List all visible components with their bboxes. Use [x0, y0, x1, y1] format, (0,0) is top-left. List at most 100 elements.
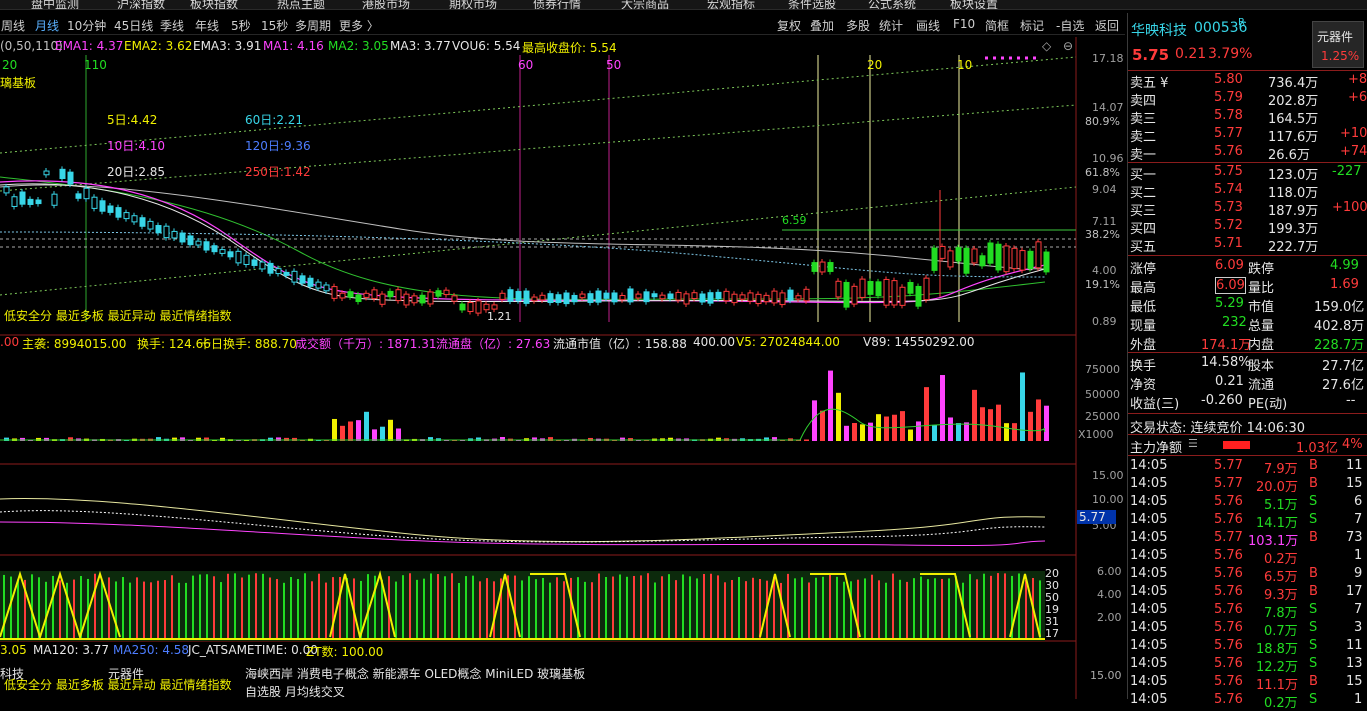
candle-body-17 [139, 217, 146, 227]
period-tab-4[interactable]: 季线 [160, 17, 184, 34]
sell-label: 卖二 [1130, 130, 1157, 145]
sell-price: 5.79 [1214, 90, 1243, 105]
candle-body-122 [979, 255, 986, 267]
ma1-value: MA1: 4.16 [263, 39, 324, 53]
top-menu-item-2[interactable]: 板块指数 [190, 0, 238, 9]
top-menu-item-1[interactable]: 沪深指数 [117, 0, 165, 9]
candle-body-121 [971, 248, 978, 264]
volume-bar-122 [980, 407, 985, 441]
period-tab-1[interactable]: 月线 [35, 17, 59, 34]
volume-bar-2 [20, 437, 25, 441]
zoom-out-icon[interactable]: ⊖ [1063, 39, 1073, 53]
period-tab-0[interactable]: 周线 [1, 17, 25, 34]
period-tab-5[interactable]: 年线 [195, 17, 219, 34]
toolbar-button-1[interactable]: 叠加 [810, 17, 834, 34]
toolbar-button-9[interactable]: 返回 [1095, 17, 1119, 34]
candle-body-114 [915, 285, 922, 307]
tick-count: 73 [1346, 530, 1363, 545]
vou6-value: VOU6: 5.54 [452, 39, 521, 53]
top-menu-item-11[interactable]: 板块设置 [950, 0, 998, 9]
ma250-legend: 250日:1.42 [245, 165, 311, 179]
tick-count: 11 [1346, 638, 1363, 653]
kline-chart-canvas[interactable] [0, 37, 1125, 699]
diamond-icon[interactable]: ◇ [1042, 39, 1051, 53]
toolbar-button-6[interactable]: 简框 [985, 17, 1009, 34]
cycle-label-20: 20 [2, 58, 18, 72]
toolbar-button-5[interactable]: F10 [953, 17, 975, 31]
toolbar-button-0[interactable]: 复权 [777, 17, 801, 34]
buy-label: 买三 [1130, 204, 1157, 219]
period-tab-2[interactable]: 10分钟 [67, 17, 106, 34]
trade-status-row: 交易状态: 连续竞价 14:06:30 [1128, 417, 1367, 436]
candle-body-57 [459, 303, 466, 311]
top-menu-item-8[interactable]: 宏观指标 [707, 0, 755, 9]
tick-count: 17 [1346, 584, 1363, 599]
tick-count: 3 [1354, 620, 1363, 635]
top-menu-item-9[interactable]: 条件选股 [788, 0, 836, 9]
candle-body-65 [523, 290, 530, 304]
volume-bar-45 [364, 411, 369, 441]
candle-body-102 [819, 261, 826, 273]
buy-delta: +100 [1332, 200, 1367, 215]
buy-label: 买五 [1130, 240, 1157, 255]
candle-body-25 [203, 241, 210, 251]
toolbar-button-3[interactable]: 统计 [879, 17, 903, 34]
top-menu-item-7[interactable]: 大宗商品 [621, 0, 669, 9]
buy-row-4: 买五 5.71 222.7万 [1128, 236, 1367, 255]
volume-bar-107 [860, 424, 865, 441]
stat2-label-2: 流通 [1248, 378, 1275, 393]
main-flow-row: 主力净额 ☰ 1.03亿 4% [1128, 437, 1367, 456]
period-tab-9[interactable]: 更多 〉 [339, 17, 379, 34]
stock-change: 0.21 [1175, 46, 1207, 62]
kline-chart-area[interactable]: (0,50,110) EMA1: 4.37 EMA2: 3.62 EMA3: 3… [0, 37, 1125, 699]
buy-delta: -227 [1332, 164, 1362, 179]
candle-body-56 [451, 295, 458, 302]
top-menu-item-6[interactable]: 债券行情 [533, 0, 581, 9]
jc-value: JC_ATSAMETIME: 0.00 [188, 643, 318, 657]
volume-bar-108 [868, 422, 873, 441]
candle-body-96 [771, 290, 778, 304]
buy-label: 买二 [1130, 186, 1157, 201]
candle-body-5 [43, 170, 50, 176]
menu-icon[interactable]: ☰ [1188, 437, 1198, 450]
volume-bar-4 [36, 437, 41, 441]
toolbar-button-8[interactable]: -自选 [1056, 17, 1084, 34]
concept-tags-2[interactable]: 自选股 月均线交叉 [245, 683, 345, 700]
stat-value: 6.09 [1215, 258, 1244, 273]
period-tab-3[interactable]: 45日线 [114, 17, 153, 34]
period-tab-6[interactable]: 5秒 [231, 17, 251, 34]
top-menu-item-0[interactable]: 盘中监测 [31, 0, 79, 9]
top-menu-item-3[interactable]: 热点主题 [277, 0, 325, 9]
quote-panel: 华映科技 000536 R 元器件 1.25% 5.75 0.21 3.79% … [1127, 13, 1367, 711]
stat-row-1: 最高 6.09 量比 1.69 [1128, 277, 1367, 296]
candle-body-15 [123, 212, 130, 220]
period-tab-8[interactable]: 多周期 [295, 17, 331, 34]
stat2-value-2: 27.7亿 [1322, 359, 1364, 374]
stat2-label-2: PE(动) [1248, 397, 1288, 412]
toolbar-button-7[interactable]: 标记 [1020, 17, 1044, 34]
concept-tags[interactable]: 海峡西岸 消费电子概念 新能源车 OLED概念 MiniLED 玻璃基板 [245, 665, 585, 682]
top-menu-item-5[interactable]: 期权市场 [449, 0, 497, 9]
period-toolbar: 周线 月线 10分钟 45日线 季线 年线 5秒 15秒 多周期 更多 〉 复权 叠加 多股 统计 画线 F1… [0, 13, 1125, 35]
ma120-legend: 120日:9.36 [245, 139, 311, 153]
tick-side: S [1309, 602, 1318, 617]
price-axis-tick-3: 10.96 [1092, 152, 1124, 165]
osc-current-value: 5.77 [1077, 510, 1116, 524]
candle-body-39 [315, 281, 322, 289]
candle-body-59 [475, 300, 482, 314]
sell-volume: 736.4万 [1268, 76, 1319, 91]
period-tab-7[interactable]: 15秒 [261, 17, 288, 34]
top-menu-item-4[interactable]: 港股市场 [362, 0, 410, 9]
candle-body-1 [11, 196, 18, 207]
toolbar-button-4[interactable]: 画线 [916, 17, 940, 34]
toolbar-button-2[interactable]: 多股 [846, 17, 870, 34]
main-flow-value: 1.03亿 [1296, 441, 1338, 456]
stat-row-4: 外盘 174.1万 内盘 228.7万 [1128, 334, 1367, 353]
candle-body-84 [675, 291, 682, 301]
strategy-tags: 低安全分 最近多板 最近异动 最近情绪指数 [4, 309, 232, 323]
candle-body-63 [507, 289, 514, 302]
volume-bar-41 [332, 418, 337, 441]
candle-body-36 [291, 270, 298, 283]
volume-bar-43 [348, 421, 353, 441]
top-menu-item-10[interactable]: 公式系统 [868, 0, 916, 9]
